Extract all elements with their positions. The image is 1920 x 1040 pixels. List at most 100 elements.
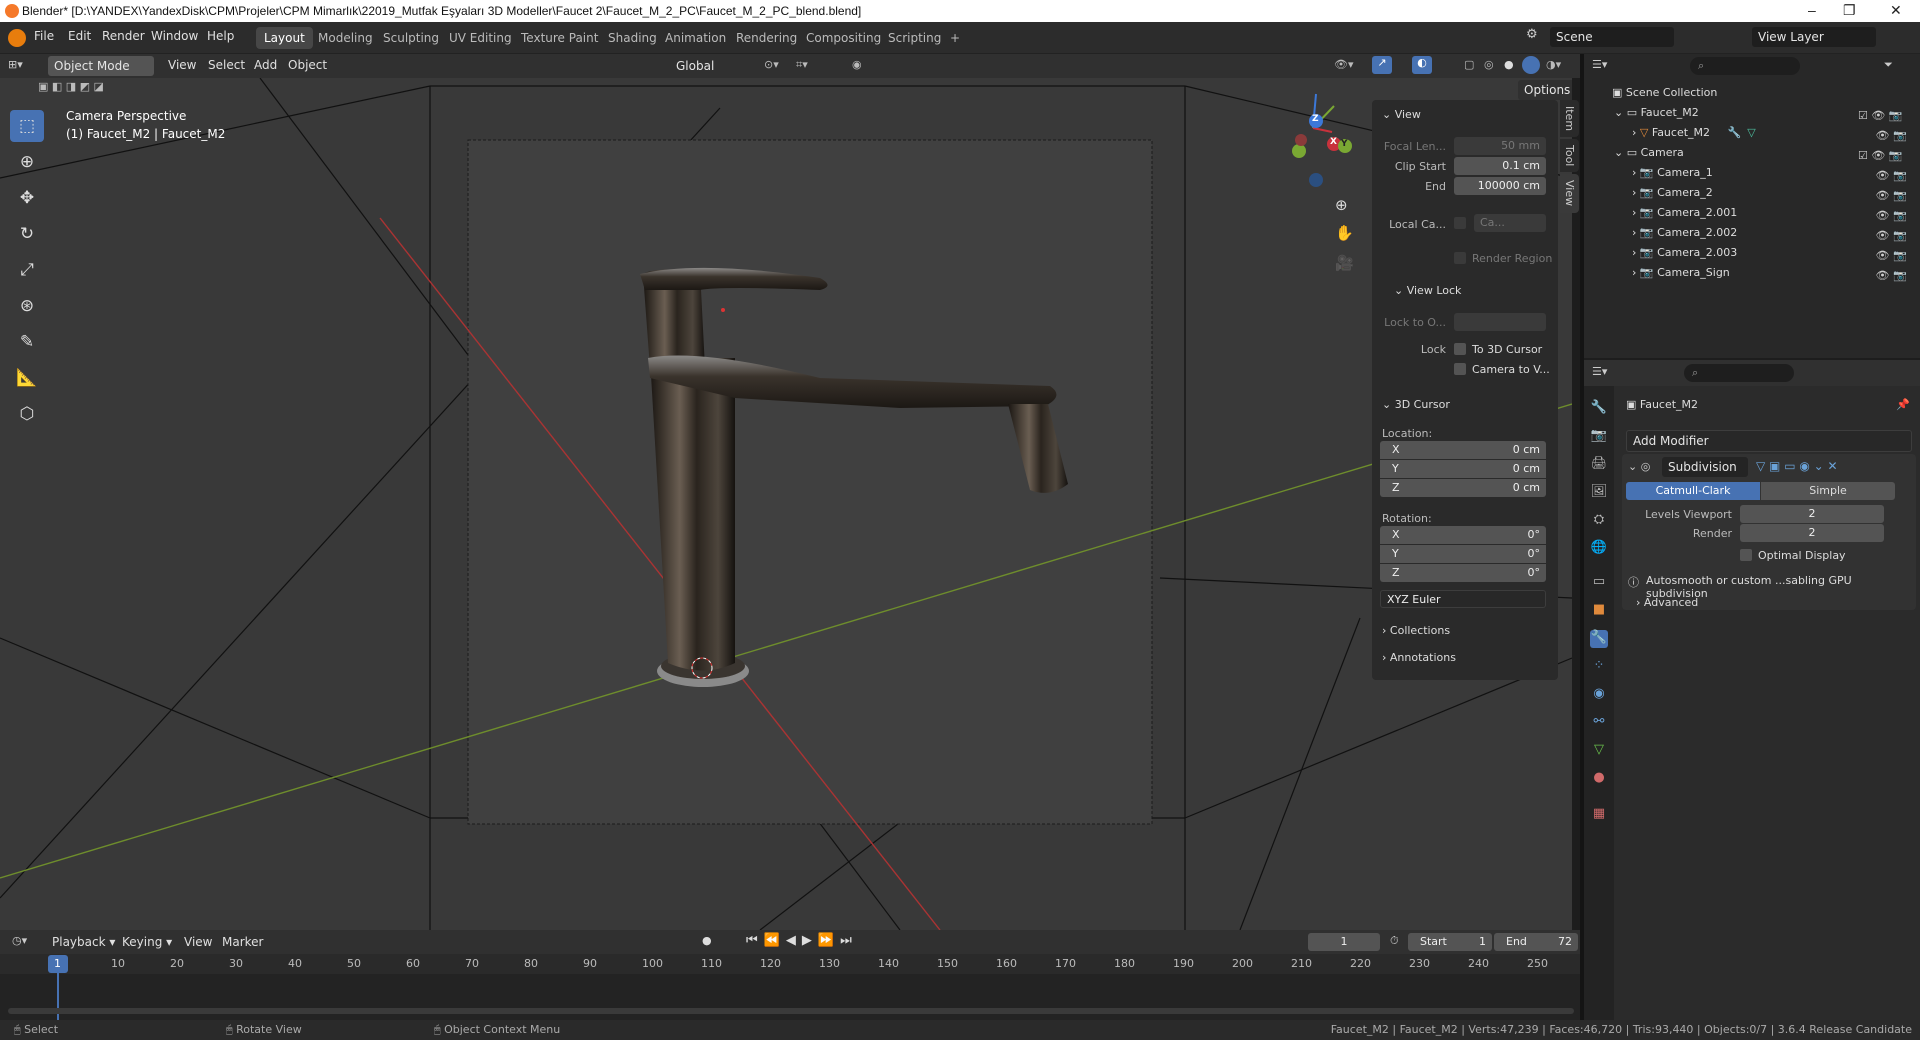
transform-tool-icon[interactable]: ⊛ (10, 290, 44, 322)
particles-props-icon[interactable]: ⁘ (1590, 658, 1608, 676)
rotation-mode-dropdown[interactable]: XYZ Euler (1380, 590, 1546, 608)
tool-props-icon[interactable]: 🔧 (1590, 400, 1608, 418)
camera-2-001-row[interactable]: › 📷 Camera_2.001 (1632, 206, 1737, 219)
catmull-clark-button[interactable]: Catmull-Clark (1626, 482, 1760, 500)
scene-props-icon[interactable]: ⛭ (1590, 512, 1608, 530)
clip-start-field[interactable]: 0.1 cm (1454, 157, 1546, 175)
gizmo-toggle-icon[interactable]: ↗ (1372, 56, 1392, 74)
material-shading-icon[interactable] (1522, 56, 1540, 74)
view-lock-header[interactable]: ⌄ View Lock (1394, 284, 1461, 297)
tab-sculpting[interactable]: Sculpting (375, 27, 447, 49)
modifier-collapse-icon[interactable]: ⌄ ◎ (1628, 460, 1650, 473)
current-frame-field[interactable]: 1 (1308, 933, 1380, 951)
camera-2-002-row[interactable]: › 📷 Camera_2.002 (1632, 226, 1737, 239)
tab-rendering[interactable]: Rendering (728, 27, 805, 49)
cursor-location-z[interactable]: Z 0 cm (1380, 479, 1546, 497)
lock-cursor-checkbox[interactable] (1454, 343, 1466, 355)
object-props-icon[interactable]: ■ (1590, 602, 1608, 620)
render-region-checkbox[interactable] (1454, 252, 1466, 264)
cursor-location-x[interactable]: X 0 cm (1380, 441, 1546, 459)
options-dropdown[interactable]: Options (1518, 80, 1572, 100)
editor-type-icon[interactable]: ⊞▾ (8, 58, 36, 74)
collection-props-icon[interactable]: ▭ (1590, 574, 1608, 592)
clip-end-field[interactable]: 100000 cm (1454, 177, 1546, 195)
pan-hand-icon[interactable]: ✋ (1335, 224, 1354, 242)
menu-render[interactable]: Render (102, 29, 145, 43)
data-props-icon[interactable]: ▽ (1590, 742, 1608, 760)
outliner-editor-icon[interactable]: ☰▾ (1592, 58, 1607, 71)
camera-1-row[interactable]: › 📷 Camera_1 (1632, 166, 1713, 179)
record-icon[interactable]: ● (702, 934, 712, 947)
advanced-header[interactable]: › Advanced (1636, 596, 1698, 609)
add-modifier-dropdown[interactable]: Add Modifier (1626, 430, 1912, 452)
add-workspace-button[interactable]: + (942, 27, 968, 49)
measure-tool-icon[interactable]: 📐 (10, 362, 44, 394)
filter-icon[interactable]: ⏷ (1884, 58, 1893, 72)
simple-button[interactable]: Simple (1761, 482, 1895, 500)
close-button[interactable]: ✕ (1890, 2, 1902, 19)
end-frame-field[interactable]: End 72 (1494, 933, 1578, 951)
render-props-icon[interactable]: 📷 (1590, 428, 1608, 446)
pivot-icon[interactable]: ⊙▾ (764, 58, 779, 71)
collection-faucet-row[interactable]: ⌄ ▭ Faucet_M2 (1614, 106, 1699, 119)
collections-header[interactable]: › Collections (1382, 624, 1450, 637)
menu-object[interactable]: Object (288, 58, 327, 72)
minimize-button[interactable]: – (1808, 2, 1816, 18)
blender-menu-icon[interactable] (8, 29, 26, 47)
tab-shading[interactable]: Shading (600, 27, 665, 49)
render-levels-field[interactable]: 2 (1740, 524, 1884, 542)
camera-sign-row[interactable]: › 📷 Camera_Sign (1632, 266, 1730, 279)
proportional-edit-icon[interactable]: ◉ (852, 58, 862, 71)
navigation-gizmo[interactable]: Z X Y (1268, 78, 1358, 188)
transform-orientation-dropdown[interactable]: Global (670, 56, 746, 76)
scene-selector[interactable]: Scene (1550, 27, 1674, 47)
camera-2-003-row[interactable]: › 📷 Camera_2.003 (1632, 246, 1737, 259)
world-props-icon[interactable]: 🌐 (1590, 540, 1608, 558)
tab-item[interactable]: Item (1560, 100, 1579, 138)
optimal-display-checkbox[interactable] (1740, 549, 1752, 561)
menu-marker[interactable]: Marker (222, 935, 263, 949)
tab-texture-paint[interactable]: Texture Paint (513, 27, 606, 49)
material-props-icon[interactable]: ● (1590, 770, 1608, 788)
annotate-tool-icon[interactable]: ✎ (10, 326, 44, 358)
local-camera-field[interactable]: Ca... (1474, 214, 1546, 232)
tab-view[interactable]: View (1560, 174, 1579, 213)
rotate-tool-icon[interactable]: ↻ (10, 218, 44, 250)
tab-scripting[interactable]: Scripting (880, 27, 949, 49)
cursor-location-y[interactable]: Y 0 cm (1380, 460, 1546, 478)
cursor-tool-icon[interactable]: ⊕ (10, 146, 44, 178)
lock-to-object-field[interactable] (1454, 313, 1546, 331)
view-layer-props-icon[interactable]: 🖼 (1590, 484, 1608, 502)
collection-camera-row[interactable]: ⌄ ▭ Camera (1614, 146, 1684, 159)
output-props-icon[interactable]: 🖨 (1590, 456, 1608, 474)
properties-editor-icon[interactable]: ☰▾ (1592, 365, 1607, 378)
timeline-editor-icon[interactable]: ◷▾ (12, 934, 27, 947)
menu-edit[interactable]: Edit (68, 29, 91, 43)
select-box-tool-icon[interactable]: ⬚ (10, 110, 44, 142)
menu-file[interactable]: File (34, 29, 54, 43)
preview-range-icon[interactable]: ⏱ (1390, 934, 1399, 948)
3d-cursor-header[interactable]: ⌄ 3D Cursor (1382, 398, 1450, 411)
menu-playback[interactable]: Playback ▾ (52, 935, 115, 949)
modifier-name-field[interactable]: Subdivision (1662, 457, 1748, 477)
local-camera-checkbox[interactable] (1454, 217, 1466, 229)
tab-tool[interactable]: Tool (1560, 139, 1579, 173)
modifier-display-toggles[interactable]: ▽ ▣ ▭ ◉ ⌄ ✕ (1756, 459, 1838, 473)
menu-window[interactable]: Window (151, 29, 198, 43)
view-section-header[interactable]: ⌄ View (1382, 108, 1421, 121)
object-mode-dropdown[interactable]: Object Mode (48, 56, 154, 76)
camera-2-row[interactable]: › 📷 Camera_2 (1632, 186, 1713, 199)
pin-icon[interactable]: 📌 (1896, 398, 1910, 411)
wireframe-shading-icon[interactable]: ◎ (1484, 58, 1494, 71)
view-layer-selector[interactable]: View Layer (1752, 27, 1876, 47)
texture-props-icon[interactable]: ▦ (1590, 806, 1608, 824)
solid-shading-icon[interactable]: ● (1504, 58, 1514, 71)
3d-viewport[interactable]: Camera Perspective (1) Faucet_M2 | Fauce… (0, 78, 1572, 930)
scale-tool-icon[interactable]: ⤢ (10, 254, 44, 286)
focal-length-field[interactable]: 50 mm (1454, 137, 1546, 155)
tab-uv-editing[interactable]: UV Editing (441, 27, 520, 49)
move-tool-icon[interactable]: ✥ (10, 182, 44, 214)
timeline-scrollbar[interactable] (8, 1008, 1574, 1014)
camera-to-view-checkbox[interactable] (1454, 363, 1466, 375)
cursor-rotation-y[interactable]: Y 0° (1380, 545, 1546, 563)
